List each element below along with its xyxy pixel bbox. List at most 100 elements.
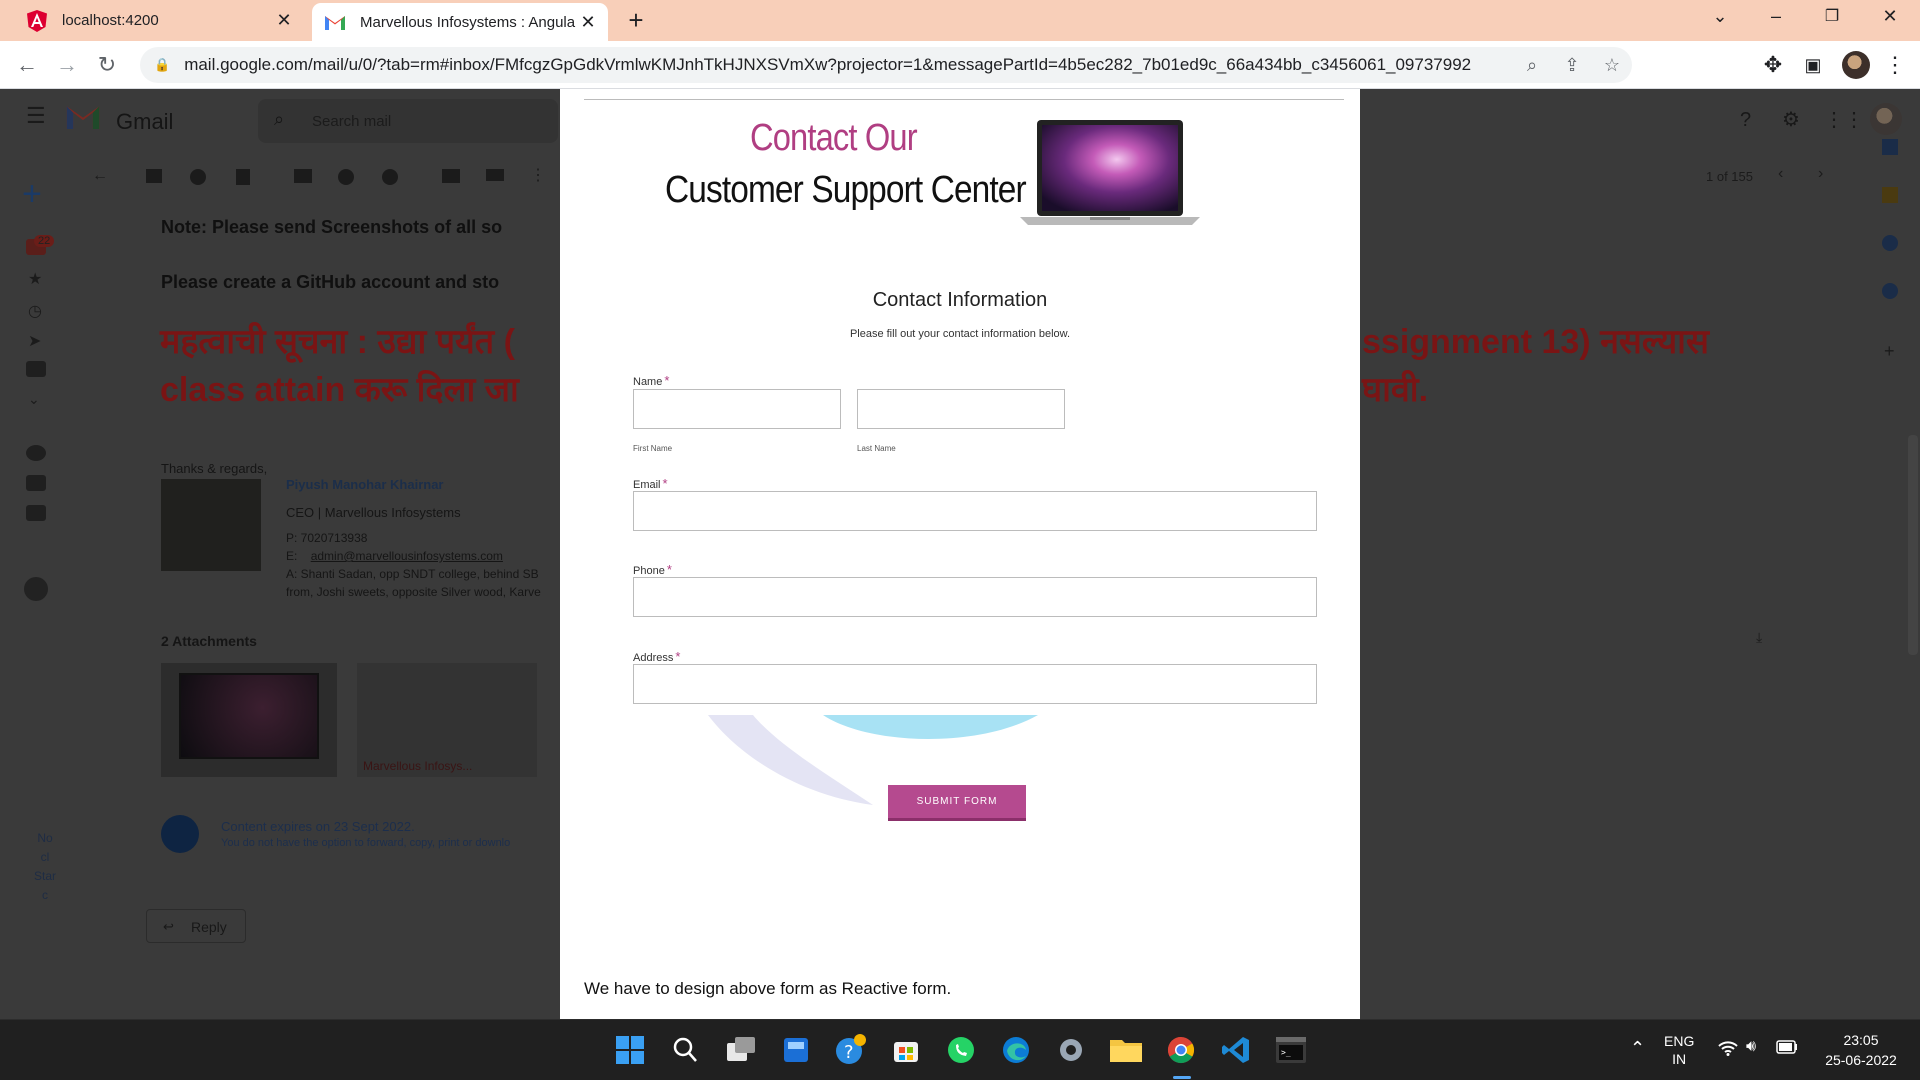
time: 23:05	[1843, 1032, 1879, 1048]
form-subtitle: Please fill out your contact information…	[849, 328, 1071, 340]
keyboard-icon[interactable]	[26, 505, 46, 521]
last-name-input[interactable]	[857, 389, 1065, 429]
zoom-icon[interactable]: ⌕	[1512, 55, 1552, 76]
more-chevron-icon[interactable]: ⌄	[28, 391, 40, 408]
starred-icon[interactable]: ★	[28, 269, 42, 289]
first-name-input[interactable]	[633, 389, 841, 429]
search-placeholder: Search mail	[312, 113, 392, 130]
back-to-inbox-icon[interactable]: ←	[92, 167, 108, 185]
wifi-icon[interactable]	[1718, 1040, 1738, 1059]
archive-icon[interactable]	[146, 169, 162, 183]
terminal-icon[interactable]: >_	[1275, 1034, 1307, 1066]
reply-label: Reply	[191, 919, 227, 935]
laptop-image	[1020, 120, 1200, 225]
mark-unread-icon[interactable]	[294, 169, 312, 183]
get-addons-icon[interactable]: +	[1884, 341, 1895, 362]
help-tips-icon[interactable]: ?	[835, 1034, 867, 1066]
compose-icon[interactable]: +	[22, 177, 42, 211]
drafts-icon[interactable]	[26, 361, 46, 377]
close-window-button[interactable]: ✕	[1870, 6, 1910, 27]
add-task-icon[interactable]	[382, 169, 398, 185]
angular-icon	[26, 9, 48, 32]
tab-search-chevron-icon[interactable]: ⌄	[1700, 6, 1740, 27]
volume-icon[interactable]: 🔊︎	[1746, 1038, 1756, 1056]
expiry-text: Content expires on 23 Sept 2022.	[221, 819, 415, 834]
tab-gmail[interactable]: Marvellous Infosystems : Angular ✕	[312, 3, 608, 41]
search-icon[interactable]	[669, 1034, 701, 1066]
task-view-icon[interactable]	[725, 1034, 757, 1066]
form-title: Contact Information	[872, 289, 1048, 311]
snoozed-icon[interactable]: ◷	[28, 301, 42, 321]
restore-button[interactable]: ❐	[1812, 6, 1852, 26]
svg-text:>_: >_	[1281, 1048, 1291, 1057]
delete-icon[interactable]	[236, 169, 250, 185]
svg-text:?: ?	[844, 1042, 854, 1063]
keep-side-icon[interactable]	[1882, 187, 1898, 203]
whatsapp-icon[interactable]	[945, 1034, 977, 1066]
clock[interactable]: 23:05 25-06-2022	[1816, 1030, 1906, 1070]
profile-avatar[interactable]	[1842, 51, 1870, 79]
language-indicator[interactable]: ENG IN	[1664, 1032, 1694, 1068]
settings-icon[interactable]	[1055, 1034, 1087, 1066]
sent-icon[interactable]: ➤	[28, 331, 41, 351]
contacts-side-icon[interactable]	[1882, 283, 1898, 299]
side-panel-icon[interactable]: ▣	[1798, 51, 1828, 79]
new-tab-button[interactable]: +	[622, 7, 650, 33]
file-explorer-icon[interactable]	[1110, 1034, 1142, 1066]
tab-strip: localhost:4200 ✕ Marvellous Infosystems …	[0, 0, 1920, 41]
share-icon[interactable]: ⇪	[1552, 55, 1592, 76]
close-icon[interactable]: ✕	[576, 12, 600, 33]
download-all-icon[interactable]: ⤓	[1756, 629, 1762, 646]
video-icon[interactable]	[26, 475, 46, 491]
main-menu-icon[interactable]: ☰	[26, 103, 46, 129]
address-bar[interactable]: 🔒 mail.google.com/mail/u/0/?tab=rm#inbox…	[140, 47, 1632, 83]
edge-icon[interactable]	[1000, 1034, 1032, 1066]
address-input[interactable]	[633, 664, 1317, 704]
widgets-icon[interactable]	[780, 1034, 812, 1066]
extensions-icon[interactable]: ✥	[1758, 51, 1788, 79]
older-chevron-icon[interactable]: ›	[1818, 165, 1823, 183]
vscode-icon[interactable]	[1220, 1034, 1252, 1066]
apps-grid-icon[interactable]: ⋮⋮	[1824, 107, 1864, 132]
taskbar: ? >_ ⌃ ENG IN 🔊︎ 23:05 25-06-2022	[0, 1019, 1920, 1080]
attachment-thumb-pdf[interactable]: Marvellous Infosys...	[357, 663, 537, 777]
meet-icon[interactable]	[26, 445, 46, 461]
reply-button[interactable]: ↩ Reply	[146, 909, 246, 943]
snooze-icon[interactable]	[338, 169, 354, 185]
bookmark-star-icon[interactable]: ☆	[1592, 55, 1632, 76]
tab-localhost[interactable]: localhost:4200 ✕	[14, 0, 304, 41]
tasks-side-icon[interactable]	[1882, 235, 1898, 251]
back-icon[interactable]: ←	[12, 51, 42, 79]
attachment-preview: Contact Our Customer Support Center Cont…	[560, 89, 1360, 1019]
reload-icon[interactable]: ↻	[92, 51, 122, 79]
more-actions-icon[interactable]: ⋮	[530, 165, 546, 185]
chat-avatar[interactable]	[24, 577, 48, 601]
signature-email-link[interactable]: admin@marvellousinfosystems.com	[311, 549, 503, 563]
forward-icon[interactable]: →	[52, 51, 82, 79]
move-to-icon[interactable]	[442, 169, 460, 183]
store-icon[interactable]	[890, 1034, 922, 1066]
attachment-name: Marvellous Infosys...	[363, 759, 473, 773]
battery-icon[interactable]	[1776, 1040, 1798, 1057]
account-avatar[interactable]	[1870, 103, 1902, 135]
last-name-sublabel: Last Name	[857, 444, 896, 453]
chrome-icon[interactable]	[1165, 1034, 1197, 1066]
phone-input[interactable]	[633, 577, 1317, 617]
submit-form-button[interactable]: SUBMIT FORM	[888, 785, 1026, 821]
windows-start-icon[interactable]	[614, 1034, 646, 1066]
attachment-thumb-laptop[interactable]	[161, 663, 337, 777]
search-box[interactable]: ⌕ Search mail	[258, 99, 558, 143]
scrollbar[interactable]	[1908, 435, 1918, 655]
newer-chevron-icon[interactable]: ‹	[1778, 165, 1783, 183]
close-icon[interactable]: ✕	[272, 10, 296, 31]
more-menu-icon[interactable]: ⋮	[1880, 51, 1910, 79]
report-spam-icon[interactable]	[190, 169, 206, 185]
email-input[interactable]	[633, 491, 1317, 531]
tab-title: Marvellous Infosystems : Angular	[360, 13, 576, 31]
calendar-side-icon[interactable]	[1882, 139, 1898, 155]
label-icon[interactable]	[486, 169, 504, 181]
show-hidden-icons-chevron-icon[interactable]: ⌃	[1630, 1038, 1645, 1059]
minimize-button[interactable]: –	[1756, 6, 1796, 27]
settings-gear-icon[interactable]: ⚙	[1782, 107, 1800, 132]
help-icon[interactable]: ?	[1740, 109, 1751, 132]
